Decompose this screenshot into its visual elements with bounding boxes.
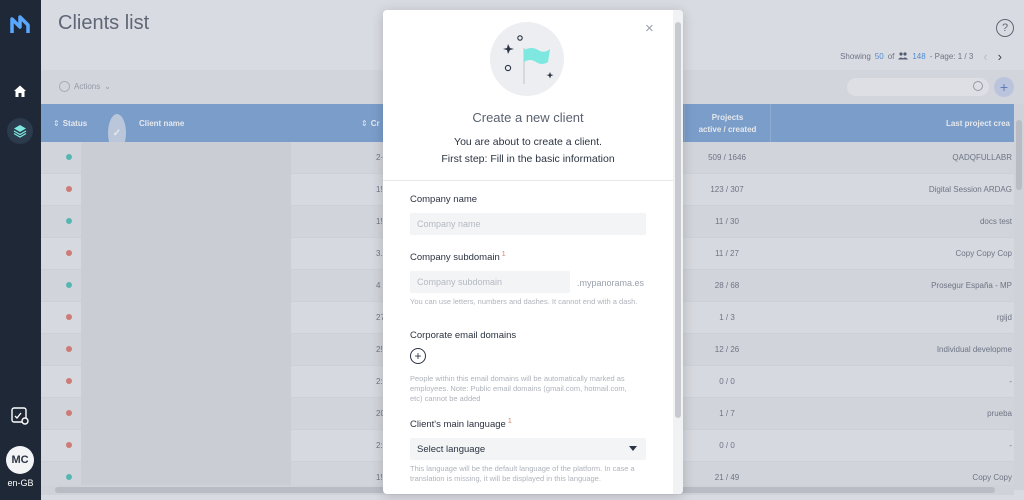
flag-illustration-icon xyxy=(490,22,564,96)
subdomain-hint: You can use letters, numbers and dashes.… xyxy=(410,297,638,306)
modal-scrollbar[interactable] xyxy=(673,10,683,494)
subdomain-label-text: Company subdomain xyxy=(410,252,500,264)
company-name-input[interactable]: Company name xyxy=(410,213,646,235)
home-icon[interactable] xyxy=(8,79,32,103)
language-select-value: Select language xyxy=(417,443,486,455)
create-client-modal: × Create a new client You are about to c… xyxy=(383,10,683,494)
app-logo-icon[interactable] xyxy=(9,14,31,36)
avatar[interactable]: MC xyxy=(6,446,34,474)
close-icon[interactable]: × xyxy=(645,20,654,37)
caret-down-icon xyxy=(629,446,637,451)
divider xyxy=(383,180,673,181)
subdomain-suffix: .mypanorama.es xyxy=(577,278,645,288)
add-email-domain-button[interactable]: + xyxy=(410,348,426,364)
main-language-label: Client's main language 1 xyxy=(410,418,512,430)
modal-subtitle-line1: You are about to create a client. xyxy=(454,136,602,148)
language-hint: This language will be the default langua… xyxy=(410,464,635,483)
email-domains-hint: People within this email domains will be… xyxy=(410,374,627,403)
modal-title: Create a new client xyxy=(472,110,584,125)
left-nav: MC en-GB xyxy=(0,0,41,500)
language-label-text: Client's main language xyxy=(410,419,506,431)
scroll-thumb[interactable] xyxy=(675,22,681,418)
email-domains-label: Corporate email domains xyxy=(410,330,517,341)
settings-icon[interactable] xyxy=(8,404,32,428)
company-subdomain-input[interactable]: Company subdomain xyxy=(410,271,570,293)
company-subdomain-label: Company subdomain 1 xyxy=(410,251,506,263)
language-select[interactable]: Select language xyxy=(410,438,646,460)
modal-subtitle-line2: First step: Fill in the basic informatio… xyxy=(441,153,615,165)
locale-label[interactable]: en-GB xyxy=(0,478,41,488)
layers-icon[interactable] xyxy=(7,118,33,144)
required-marker: 1 xyxy=(501,251,506,258)
company-name-label: Company name xyxy=(410,194,478,205)
required-marker: 1 xyxy=(507,418,512,425)
